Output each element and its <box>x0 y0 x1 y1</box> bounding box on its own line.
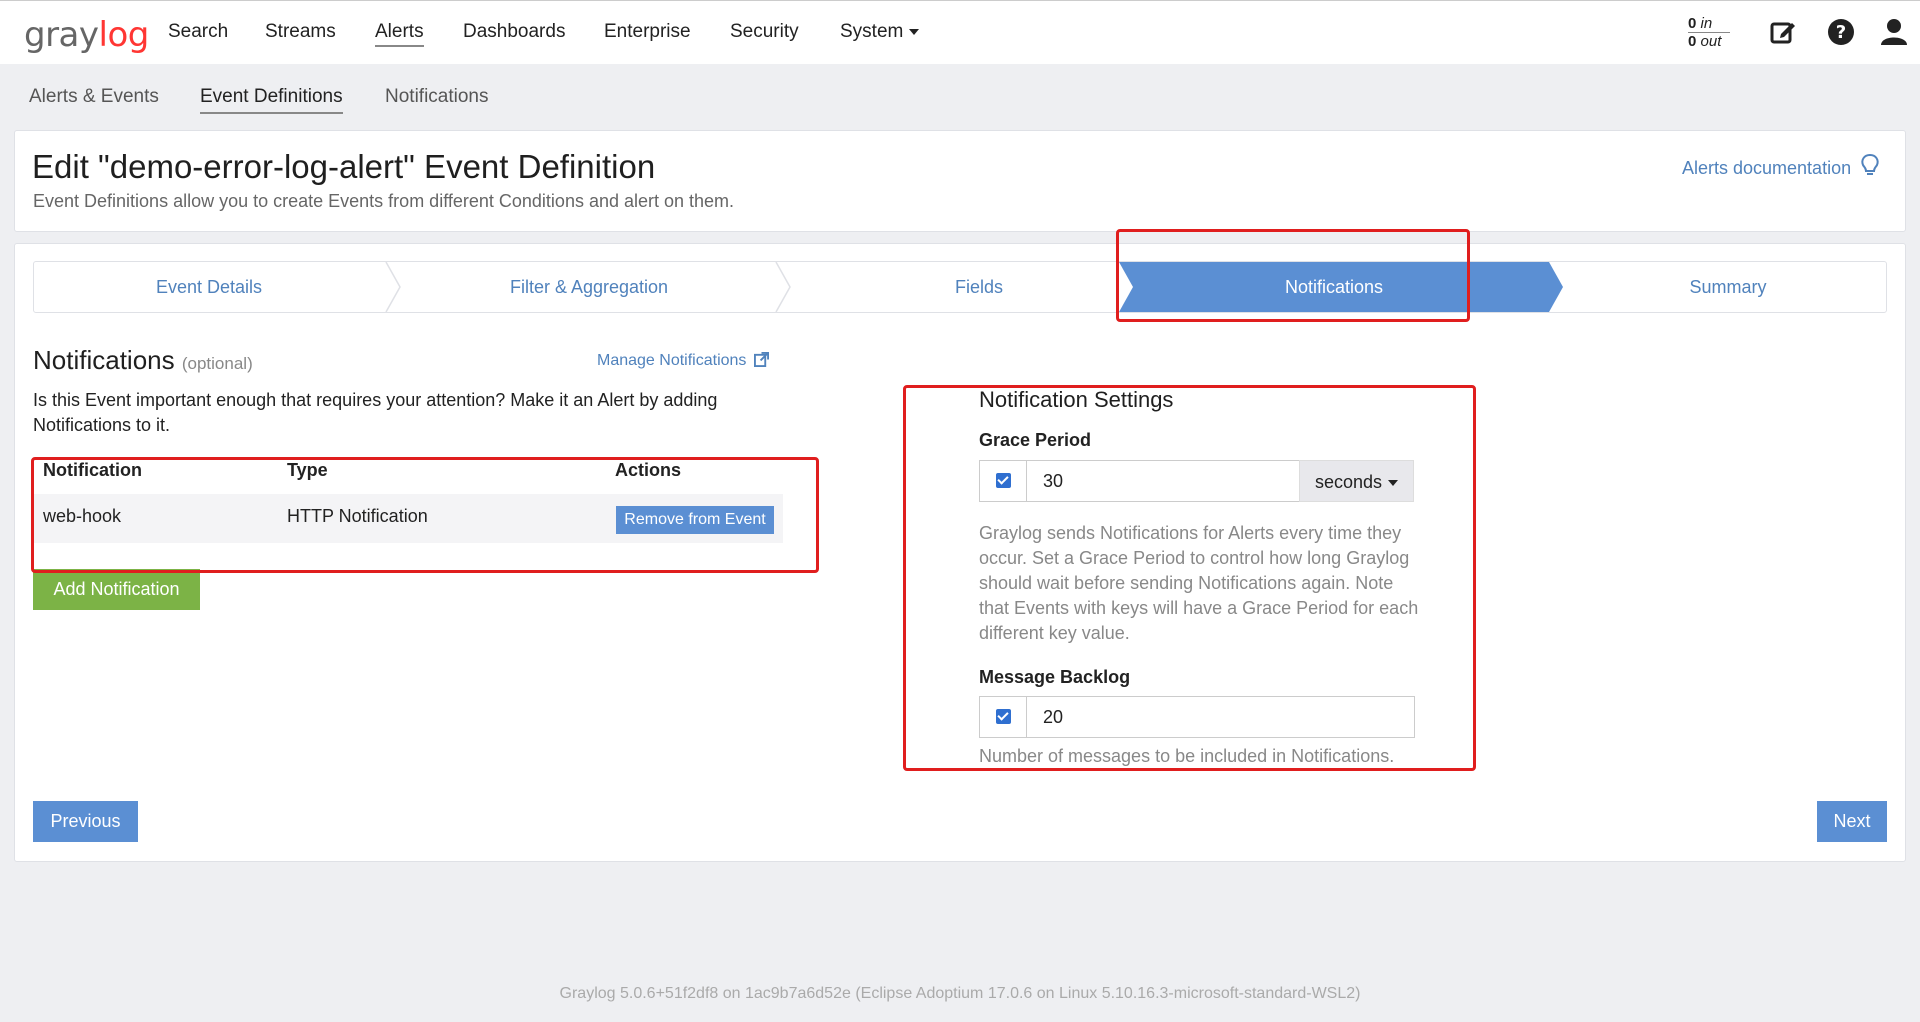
step-divider <box>775 262 791 312</box>
subnav-alerts-events[interactable]: Alerts & Events <box>29 86 159 108</box>
step-filter-aggregation[interactable]: Filter & Aggregation <box>404 262 774 312</box>
add-notification-button[interactable]: Add Notification <box>33 569 200 610</box>
step-event-details[interactable]: Event Details <box>34 262 384 312</box>
annotation-box-notification-settings <box>903 385 1476 771</box>
nav-streams[interactable]: Streams <box>265 21 336 43</box>
user-icon[interactable] <box>1880 18 1908 51</box>
subnav-notifications[interactable]: Notifications <box>385 86 489 108</box>
page-description: Event Definitions allow you to create Ev… <box>33 191 735 211</box>
throughput-indicator[interactable]: 0 in 0 out <box>1688 15 1730 50</box>
page-title: Edit "demo-error-log-alert" Event Defini… <box>32 148 656 185</box>
external-link-icon <box>753 352 769 367</box>
nav-system[interactable]: System <box>840 21 920 43</box>
alerts-documentation-link[interactable]: Alerts documentation <box>1682 153 1880 179</box>
nav-system-label: System <box>840 21 904 42</box>
subnav-event-definitions[interactable]: Event Definitions <box>200 86 343 114</box>
nav-alerts[interactable]: Alerts <box>375 21 424 47</box>
step-divider <box>385 262 401 312</box>
manage-link-label: Manage Notifications <box>597 352 747 369</box>
doc-link-label: Alerts documentation <box>1682 158 1852 178</box>
annotation-box-notifications-step <box>1116 229 1470 322</box>
manage-notifications-link[interactable]: Manage Notifications <box>597 352 769 370</box>
notifications-title-text: Notifications <box>33 345 175 375</box>
nav-dashboards[interactable]: Dashboards <box>463 21 565 43</box>
wizard-steps: Event Details Filter & Aggregation Field… <box>33 261 1887 313</box>
footer-version: Graylog 5.0.6+51f2df8 on 1ac9b7a6d52e (E… <box>559 985 1361 1002</box>
notifications-section-title: Notifications (optional) <box>33 345 253 376</box>
throughput-out-label: out <box>1700 33 1722 50</box>
help-icon[interactable]: ? <box>1827 18 1855 51</box>
throughput-in-value: 0 <box>1688 15 1697 32</box>
graylog-logo[interactable]: graylog <box>24 15 149 55</box>
annotation-box-notifications-table <box>31 457 819 573</box>
throughput-in-label: in <box>1700 15 1713 32</box>
nav-search[interactable]: Search <box>168 21 228 43</box>
previous-button[interactable]: Previous <box>33 801 138 842</box>
notifications-description: Is this Event important enough that requ… <box>33 390 718 435</box>
nav-security[interactable]: Security <box>730 21 799 43</box>
step-arrow-active <box>1549 262 1563 312</box>
top-navbar: graylog Search Streams Alerts Dashboards… <box>0 0 1920 64</box>
svg-text:?: ? <box>1836 22 1846 43</box>
step-fields[interactable]: Fields <box>794 262 1164 312</box>
edit-icon[interactable] <box>1769 18 1797 51</box>
optional-label: (optional) <box>181 354 253 373</box>
nav-enterprise[interactable]: Enterprise <box>604 21 691 43</box>
caret-down-icon <box>909 28 920 35</box>
step-summary[interactable]: Summary <box>1569 262 1887 312</box>
lightbulb-icon <box>1861 153 1879 175</box>
throughput-out-value: 0 <box>1688 33 1697 50</box>
next-button[interactable]: Next <box>1817 801 1887 842</box>
